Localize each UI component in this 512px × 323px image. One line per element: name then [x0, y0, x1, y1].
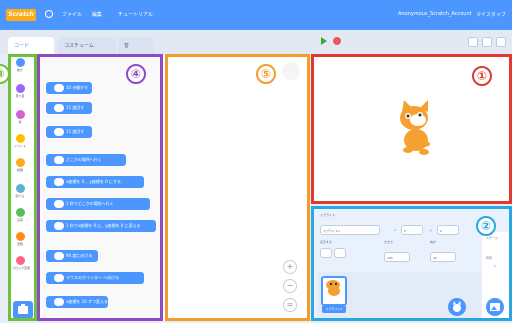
region-number-1: ①	[472, 66, 492, 86]
small-stage-button[interactable]	[468, 37, 478, 47]
globe-icon[interactable]	[45, 10, 53, 18]
menu-edit[interactable]: 編集	[92, 11, 102, 18]
menu-file[interactable]: ファイル	[62, 11, 82, 18]
region-frame-categories	[8, 54, 37, 321]
tab-code[interactable]: コード	[8, 37, 54, 54]
region-frame-palette	[37, 54, 163, 321]
tab-costumes[interactable]: コスチューム	[58, 37, 116, 54]
region-number-2: ②	[476, 216, 496, 236]
region-number-4: ④	[126, 64, 146, 84]
user-account[interactable]: Anonymous_Scratch_Account	[398, 11, 472, 17]
menu-my-stuff[interactable]: マイスタッフ	[476, 11, 506, 18]
stop-icon[interactable]	[333, 37, 341, 45]
tab-sounds[interactable]: 音	[118, 37, 154, 54]
fullscreen-button[interactable]	[496, 37, 506, 47]
region-frame-code-area	[165, 54, 310, 321]
large-stage-button[interactable]	[482, 37, 492, 47]
scratch-logo[interactable]: Scratch	[6, 9, 36, 21]
green-flag-icon[interactable]	[321, 37, 327, 45]
menu-tutorials[interactable]: チュートリアル	[118, 11, 153, 18]
region-number-5: ⑤	[256, 64, 276, 84]
